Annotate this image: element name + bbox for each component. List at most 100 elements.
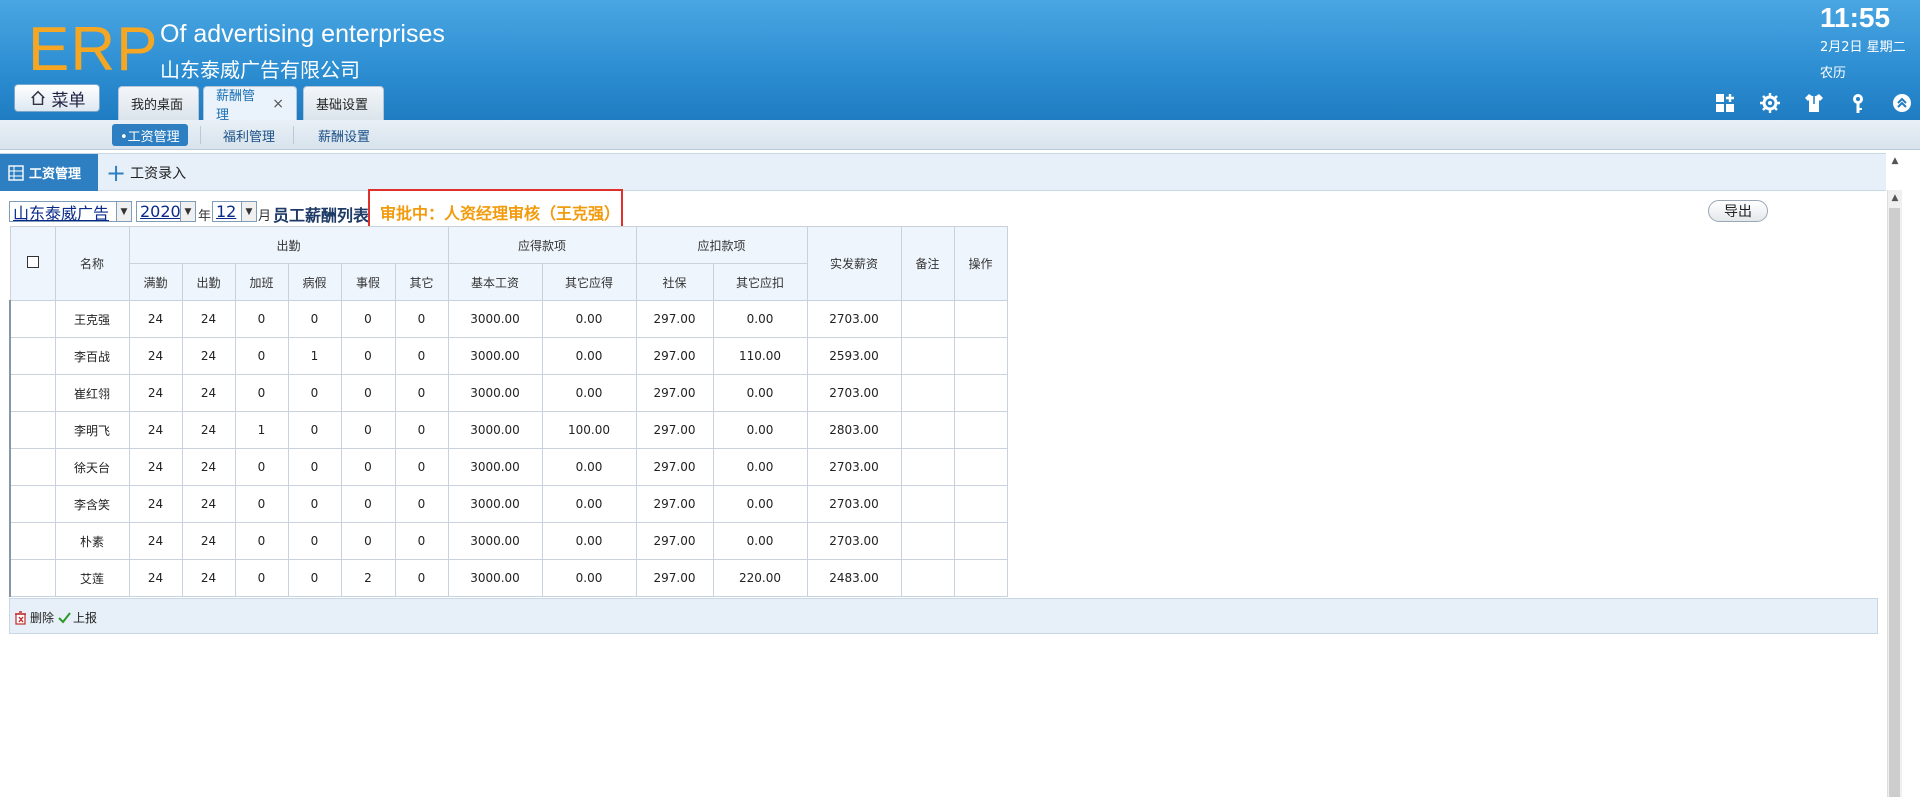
cell-other-earn: 0.00 xyxy=(541,448,637,486)
cell-net: 2703.00 xyxy=(806,522,902,560)
row-select-cell[interactable] xyxy=(9,337,56,375)
salary-entry-label: 工资录入 xyxy=(130,165,187,182)
cell-net: 2703.00 xyxy=(806,300,902,338)
table-row[interactable]: 崔红翎 24 24 0 0 0 0 3000.00 0.00 297.00 0.00 2703.00 xyxy=(9,374,1008,412)
row-select-cell[interactable] xyxy=(9,411,56,449)
menu-button-label: 菜单 xyxy=(51,90,86,111)
subnav-salary-management[interactable]: •工资管理 xyxy=(112,124,188,146)
cell-other: 0 xyxy=(394,411,449,449)
menu-button[interactable]: 菜单 xyxy=(14,84,100,112)
cell-personal: 0 xyxy=(340,448,396,486)
cell-full: 24 xyxy=(128,300,183,338)
report-button[interactable]: 上报 xyxy=(58,609,97,626)
cell-other: 0 xyxy=(394,300,449,338)
action-cell[interactable] xyxy=(953,374,1008,412)
cell-ot: 0 xyxy=(234,448,289,486)
delete-label: 删除 xyxy=(30,611,55,625)
row-select-cell[interactable] xyxy=(9,374,56,412)
cell-net: 2703.00 xyxy=(806,374,902,412)
cell-other-ded: 0.00 xyxy=(712,411,808,449)
cell-other-ded: 0.00 xyxy=(712,448,808,486)
cell-full: 24 xyxy=(128,374,183,412)
month-label: 月 xyxy=(258,209,272,224)
row-select-cell[interactable] xyxy=(9,448,56,486)
row-select-cell[interactable] xyxy=(9,485,56,523)
cell-other-earn: 0.00 xyxy=(541,485,637,523)
cell-social: 297.00 xyxy=(635,522,714,560)
lunar-calendar[interactable]: 农历 xyxy=(1820,62,1846,81)
cell-personal: 0 xyxy=(340,522,396,560)
scrollbar-thumb[interactable] xyxy=(1889,208,1900,797)
col-header-net-pay: 实发薪资 xyxy=(806,226,902,301)
action-cell[interactable] xyxy=(953,337,1008,375)
tab-salary-management[interactable]: 薪酬管理 × xyxy=(203,86,297,123)
table-row[interactable]: 朴素 24 24 0 0 0 0 3000.00 0.00 297.00 0.00 2703.00 xyxy=(9,522,1008,560)
company-name: 山东泰威广告有限公司 xyxy=(160,58,360,82)
table-row[interactable]: 徐天台 24 24 0 0 0 0 3000.00 0.00 297.00 0.00 2703.00 xyxy=(9,448,1008,486)
gear-icon[interactable] xyxy=(1759,92,1781,114)
sub-navigation: •工资管理 福利管理 薪酬设置 xyxy=(0,120,1920,150)
apps-add-icon[interactable] xyxy=(1714,92,1736,114)
cell-att: 24 xyxy=(181,522,236,560)
col-header-attendance: 出勤 xyxy=(181,263,236,301)
cell-sick: 0 xyxy=(287,522,342,560)
row-select-cell[interactable] xyxy=(9,522,56,560)
select-all-checkbox[interactable] xyxy=(26,256,39,268)
subnav-salary-settings[interactable]: 薪酬设置 xyxy=(310,124,378,146)
delete-icon xyxy=(15,610,26,625)
employee-name-cell: 朴素 xyxy=(54,522,130,560)
key-icon[interactable] xyxy=(1847,92,1869,114)
cell-other-earn: 0.00 xyxy=(541,374,637,412)
year-select[interactable]: 2020 ▼ xyxy=(136,201,196,222)
action-cell[interactable] xyxy=(953,559,1008,597)
cell-base: 3000.00 xyxy=(447,337,543,375)
col-group-attendance: 出勤 xyxy=(128,226,449,264)
tab-basic-settings[interactable]: 基础设置 xyxy=(303,86,384,120)
cell-full: 24 xyxy=(128,559,183,597)
month-select-value: 12 xyxy=(216,202,237,221)
scroll-up-outer-icon[interactable]: ▲ xyxy=(1889,156,1901,166)
year-label: 年 xyxy=(198,209,212,224)
month-select[interactable]: 12 ▼ xyxy=(212,201,257,222)
cell-other-earn: 0.00 xyxy=(541,522,637,560)
action-cell[interactable] xyxy=(953,485,1008,523)
cell-personal: 0 xyxy=(340,374,396,412)
export-button[interactable]: 导出 xyxy=(1708,200,1768,222)
shirt-icon[interactable] xyxy=(1803,92,1825,114)
collapse-icon[interactable] xyxy=(1891,92,1913,114)
scroll-up-icon[interactable]: ▲ xyxy=(1889,193,1901,203)
table-row[interactable]: 王克强 24 24 0 0 0 0 3000.00 0.00 297.00 0.00 2703.00 xyxy=(9,300,1008,338)
table-row[interactable]: 李含笑 24 24 0 0 0 0 3000.00 0.00 297.00 0.00 2703.00 xyxy=(9,485,1008,523)
tab-my-desktop[interactable]: 我的桌面 xyxy=(118,86,199,120)
cell-sick: 1 xyxy=(287,337,342,375)
cell-sick: 0 xyxy=(287,448,342,486)
approval-status-text: 审批中：人资经理审核（王克强） xyxy=(380,203,621,223)
company-select[interactable]: 山东泰威广告 ▼ xyxy=(9,201,132,223)
remark-cell xyxy=(900,300,955,338)
cell-social: 297.00 xyxy=(635,300,714,338)
close-icon[interactable]: × xyxy=(272,96,284,112)
action-cell[interactable] xyxy=(953,448,1008,486)
action-cell[interactable] xyxy=(953,522,1008,560)
salary-entry-button[interactable]: + 工资录入 xyxy=(106,154,186,191)
employee-name-cell: 崔红翎 xyxy=(54,374,130,412)
cell-other-earn: 0.00 xyxy=(541,337,637,375)
subnav-welfare-management[interactable]: 福利管理 xyxy=(215,124,283,146)
row-select-cell[interactable] xyxy=(9,300,56,338)
action-cell[interactable] xyxy=(953,300,1008,338)
row-select-cell[interactable] xyxy=(9,559,56,597)
remark-cell xyxy=(900,374,955,412)
delete-button[interactable]: 删除 xyxy=(14,609,54,626)
cell-sick: 0 xyxy=(287,300,342,338)
salary-management-button[interactable]: 工资管理 xyxy=(0,154,98,191)
cell-ot: 0 xyxy=(234,559,289,597)
select-all-cell xyxy=(9,226,56,301)
table-row[interactable]: 艾莲 24 24 0 0 2 0 3000.00 0.00 297.00 220.00 2483.00 xyxy=(9,559,1008,597)
action-cell[interactable] xyxy=(953,411,1008,449)
col-header-social-insurance: 社保 xyxy=(635,263,714,301)
table-row[interactable]: 李百战 24 24 0 1 0 0 3000.00 0.00 297.00 110.00 2593.0… xyxy=(9,337,1008,375)
cell-other: 0 xyxy=(394,522,449,560)
table-row[interactable]: 李明飞 24 24 1 0 0 0 3000.00 100.00 297.00 0.00 2803.0… xyxy=(9,411,1008,449)
employee-name-cell: 李含笑 xyxy=(54,485,130,523)
col-group-deductions: 应扣款项 xyxy=(635,226,808,264)
